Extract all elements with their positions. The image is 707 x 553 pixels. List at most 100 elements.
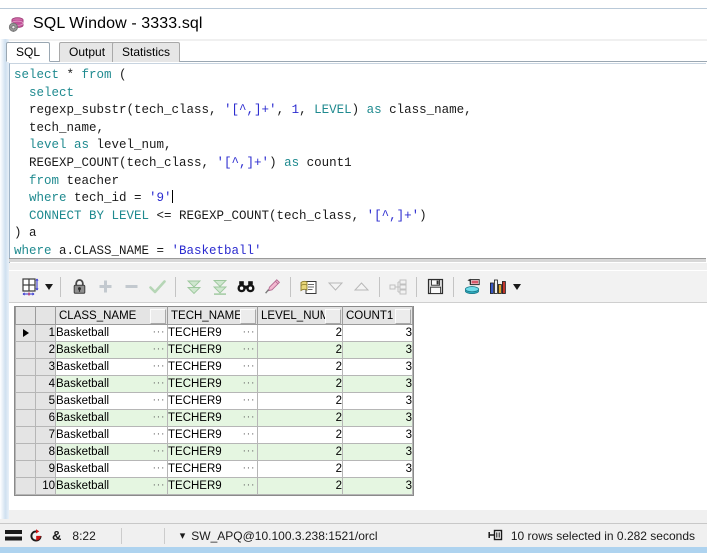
column-header-tech-name[interactable]: TECH_NAME [168, 307, 258, 325]
cell-level-num[interactable]: 2 [258, 461, 343, 478]
cell-class-name[interactable]: Basketball··· [56, 410, 168, 427]
lock-record-icon[interactable] [66, 274, 92, 300]
cell-class-name[interactable]: Basketball··· [56, 342, 168, 359]
table-row[interactable]: 9Basketball···TECHER9···23 [16, 461, 413, 478]
cell-tech-name[interactable]: TECHER9··· [168, 325, 258, 342]
cell-editor-ellipsis-icon[interactable]: ··· [243, 342, 256, 357]
cell-level-num[interactable]: 2 [258, 444, 343, 461]
cell-editor-ellipsis-icon[interactable]: ··· [243, 478, 256, 493]
cell-editor-ellipsis-icon[interactable]: ··· [243, 461, 256, 476]
cell-editor-ellipsis-icon[interactable]: ··· [243, 410, 256, 425]
export-save-icon[interactable] [422, 274, 448, 300]
cell-editor-ellipsis-icon[interactable]: ··· [243, 393, 256, 408]
cell-count1[interactable]: 3 [343, 393, 413, 410]
cell-editor-ellipsis-icon[interactable]: ··· [153, 376, 166, 391]
cell-level-num[interactable]: 2 [258, 325, 343, 342]
cell-editor-ellipsis-icon[interactable]: ··· [153, 444, 166, 459]
refresh-icon[interactable] [29, 529, 43, 543]
chart-icon[interactable] [485, 274, 511, 300]
cell-editor-ellipsis-icon[interactable]: ··· [153, 325, 166, 340]
copy-to-clipboard-icon[interactable] [296, 274, 322, 300]
sort-toggle-tech-name[interactable] [240, 309, 256, 324]
row-selector-cell[interactable] [16, 478, 36, 495]
cell-level-num[interactable]: 2 [258, 478, 343, 495]
cell-class-name[interactable]: Basketball··· [56, 376, 168, 393]
row-selector-cell[interactable] [16, 444, 36, 461]
cell-class-name[interactable]: Basketball··· [56, 478, 168, 495]
table-row[interactable]: 10Basketball···TECHER9···23 [16, 478, 413, 495]
grid-size-icon[interactable] [17, 274, 43, 300]
table-row[interactable]: 6Basketball···TECHER9···23 [16, 410, 413, 427]
cell-tech-name[interactable]: TECHER9··· [168, 410, 258, 427]
pane-splitter[interactable] [0, 263, 707, 270]
chart-dropdown-icon[interactable] [511, 274, 523, 300]
select-all-corner[interactable] [16, 307, 36, 325]
cell-level-num[interactable]: 2 [258, 410, 343, 427]
cell-tech-name[interactable]: TECHER9··· [168, 461, 258, 478]
column-header-count1[interactable]: COUNT1 [343, 307, 413, 325]
query-data-icon[interactable] [459, 274, 485, 300]
table-row[interactable]: 4Basketball···TECHER9···23 [16, 376, 413, 393]
cell-count1[interactable]: 3 [343, 342, 413, 359]
cell-count1[interactable]: 3 [343, 444, 413, 461]
cell-count1[interactable]: 3 [343, 410, 413, 427]
cell-class-name[interactable]: Basketball··· [56, 427, 168, 444]
cell-count1[interactable]: 3 [343, 359, 413, 376]
cell-count1[interactable]: 3 [343, 325, 413, 342]
cell-editor-ellipsis-icon[interactable]: ··· [243, 444, 256, 459]
row-selector-cell[interactable] [16, 461, 36, 478]
table-row[interactable]: 2Basketball···TECHER9···23 [16, 342, 413, 359]
row-selector-cell[interactable] [16, 325, 36, 342]
row-selector-cell[interactable] [16, 393, 36, 410]
sort-toggle-count1[interactable] [395, 309, 411, 324]
cell-count1[interactable]: 3 [343, 478, 413, 495]
cell-editor-ellipsis-icon[interactable]: ··· [243, 427, 256, 442]
sql-code-text[interactable]: select * from ( select regexp_substr(tec… [10, 64, 706, 261]
sql-editor[interactable]: select * from ( select regexp_substr(tec… [9, 63, 706, 263]
cell-count1[interactable]: 3 [343, 461, 413, 478]
cell-editor-ellipsis-icon[interactable]: ··· [153, 359, 166, 374]
table-row[interactable]: 3Basketball···TECHER9···23 [16, 359, 413, 376]
cell-tech-name[interactable]: TECHER9··· [168, 393, 258, 410]
cell-tech-name[interactable]: TECHER9··· [168, 376, 258, 393]
row-selector-cell[interactable] [16, 410, 36, 427]
row-selector-cell[interactable] [16, 427, 36, 444]
cell-class-name[interactable]: Basketball··· [56, 359, 168, 376]
cell-editor-ellipsis-icon[interactable]: ··· [153, 427, 166, 442]
connection-dropdown-icon[interactable]: ▾ [180, 529, 186, 542]
cell-level-num[interactable]: 2 [258, 376, 343, 393]
sort-toggle-class-name[interactable] [150, 309, 166, 324]
clear-filter-icon[interactable] [259, 274, 285, 300]
row-selector-cell[interactable] [16, 376, 36, 393]
sort-toggle-level-num[interactable] [325, 309, 341, 324]
cell-tech-name[interactable]: TECHER9··· [168, 478, 258, 495]
row-selector-cell[interactable] [16, 342, 36, 359]
cell-tech-name[interactable]: TECHER9··· [168, 427, 258, 444]
tab-sql[interactable]: SQL [6, 42, 50, 62]
cell-tech-name[interactable]: TECHER9··· [168, 359, 258, 376]
cell-editor-ellipsis-icon[interactable]: ··· [153, 393, 166, 408]
cell-level-num[interactable]: 2 [258, 359, 343, 376]
cell-editor-ellipsis-icon[interactable]: ··· [153, 461, 166, 476]
cell-class-name[interactable]: Basketball··· [56, 393, 168, 410]
table-row[interactable]: 8Basketball···TECHER9···23 [16, 444, 413, 461]
find-icon[interactable] [233, 274, 259, 300]
cell-editor-ellipsis-icon[interactable]: ··· [153, 342, 166, 357]
tab-output[interactable]: Output [59, 42, 115, 62]
cell-editor-ellipsis-icon[interactable]: ··· [153, 410, 166, 425]
cell-tech-name[interactable]: TECHER9··· [168, 444, 258, 461]
cell-level-num[interactable]: 2 [258, 342, 343, 359]
table-row[interactable]: 5Basketball···TECHER9···23 [16, 393, 413, 410]
column-header-level-num[interactable]: LEVEL_NUM [258, 307, 343, 325]
cell-editor-ellipsis-icon[interactable]: ··· [243, 359, 256, 374]
cell-count1[interactable]: 3 [343, 376, 413, 393]
cell-level-num[interactable]: 2 [258, 427, 343, 444]
tab-statistics[interactable]: Statistics [112, 42, 180, 62]
cell-editor-ellipsis-icon[interactable]: ··· [153, 478, 166, 493]
cell-editor-ellipsis-icon[interactable]: ··· [243, 325, 256, 340]
connection-indicator[interactable]: ▾ SW_APQ@10.100.3.238:1521/orcl [175, 525, 383, 547]
cell-level-num[interactable]: 2 [258, 393, 343, 410]
cell-class-name[interactable]: Basketball··· [56, 325, 168, 342]
table-row[interactable]: 1Basketball···TECHER9···23 [16, 325, 413, 342]
cell-editor-ellipsis-icon[interactable]: ··· [243, 376, 256, 391]
